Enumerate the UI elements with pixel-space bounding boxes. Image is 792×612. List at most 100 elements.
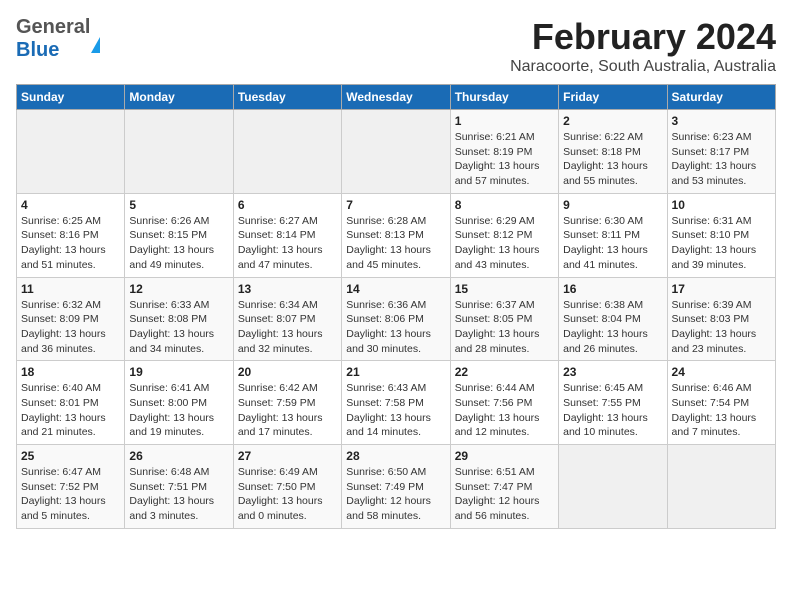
calendar-cell: 12Sunrise: 6:33 AMSunset: 8:08 PMDayligh… — [125, 277, 233, 361]
calendar-cell: 4Sunrise: 6:25 AMSunset: 8:16 PMDaylight… — [17, 193, 125, 277]
calendar-cell: 6 Sunrise: 6:27 AMSunset: 8:14 PMDaylight… — [233, 193, 341, 277]
day-number: 25 — [21, 449, 120, 463]
cell-info: Sunrise: 6:37 AMSunset: 8:05 PMDaylight:… — [455, 298, 554, 357]
calendar-cell: 7 Sunrise: 6:28 AMSunset: 8:13 PMDaylight… — [342, 193, 450, 277]
cell-info: Sunrise: 6:49 AMSunset: 7:50 PMDaylight:… — [238, 465, 337, 524]
calendar-week-1: 1 Sunrise: 6:21 AMSunset: 8:19 PMDaylight… — [17, 110, 776, 194]
day-number: 26 — [129, 449, 228, 463]
cell-info: Sunrise: 6:47 AMSunset: 7:52 PMDaylight:… — [21, 465, 120, 524]
cell-info: Sunrise: 6:45 AMSunset: 7:55 PMDaylight:… — [563, 381, 662, 440]
calendar-table: SundayMondayTuesdayWednesdayThursdayFrid… — [16, 84, 776, 529]
day-number: 21 — [346, 365, 445, 379]
cell-info: Sunrise: 6:34 AMSunset: 8:07 PMDaylight:… — [238, 298, 337, 357]
calendar-cell — [125, 110, 233, 194]
calendar-week-3: 11Sunrise: 6:32 AMSunset: 8:09 PMDayligh… — [17, 277, 776, 361]
day-number: 27 — [238, 449, 337, 463]
calendar-cell — [342, 110, 450, 194]
calendar-week-5: 25 Sunrise: 6:47 AMSunset: 7:52 PMDayligh… — [17, 445, 776, 529]
day-number: 19 — [129, 365, 228, 379]
calendar-cell: 20 Sunrise: 6:42 AMSunset: 7:59 PMDayligh… — [233, 361, 341, 445]
calendar-cell: 15 Sunrise: 6:37 AMSunset: 8:05 PMDayligh… — [450, 277, 558, 361]
calendar-cell — [233, 110, 341, 194]
day-number: 10 — [672, 198, 771, 212]
cell-info: Sunrise: 6:21 AMSunset: 8:19 PMDaylight:… — [455, 130, 554, 189]
cell-info: Sunrise: 6:23 AMSunset: 8:17 PMDaylight:… — [672, 130, 771, 189]
calendar-week-4: 18Sunrise: 6:40 AMSunset: 8:01 PMDayligh… — [17, 361, 776, 445]
calendar-cell: 26 Sunrise: 6:48 AMSunset: 7:51 PMDayligh… — [125, 445, 233, 529]
cell-info: Sunrise: 6:41 AMSunset: 8:00 PMDaylight:… — [129, 381, 228, 440]
cell-info: Sunrise: 6:22 AMSunset: 8:18 PMDaylight:… — [563, 130, 662, 189]
calendar-cell: 2Sunrise: 6:22 AMSunset: 8:18 PMDaylight… — [559, 110, 667, 194]
logo-general: General — [16, 16, 90, 38]
calendar-cell: 19 Sunrise: 6:41 AMSunset: 8:00 PMDayligh… — [125, 361, 233, 445]
calendar-cell — [559, 445, 667, 529]
logo-blue: Blue — [16, 39, 59, 61]
calendar-cell: 1 Sunrise: 6:21 AMSunset: 8:19 PMDaylight… — [450, 110, 558, 194]
calendar-week-2: 4Sunrise: 6:25 AMSunset: 8:16 PMDaylight… — [17, 193, 776, 277]
calendar-cell: 24 Sunrise: 6:46 AMSunset: 7:54 PMDayligh… — [667, 361, 775, 445]
day-number: 6 — [238, 198, 337, 212]
calendar-cell: 17 Sunrise: 6:39 AMSunset: 8:03 PMDayligh… — [667, 277, 775, 361]
cell-info: Sunrise: 6:28 AMSunset: 8:13 PMDaylight:… — [346, 214, 445, 273]
day-number: 20 — [238, 365, 337, 379]
title-block: February 2024 Naracoorte, South Australi… — [510, 16, 776, 76]
cell-info: Sunrise: 6:39 AMSunset: 8:03 PMDaylight:… — [672, 298, 771, 357]
day-number: 13 — [238, 282, 337, 296]
logo-triangle-icon — [91, 20, 100, 53]
calendar-cell: 8 Sunrise: 6:29 AMSunset: 8:12 PMDaylight… — [450, 193, 558, 277]
day-number: 14 — [346, 282, 445, 296]
col-header-tuesday: Tuesday — [233, 85, 341, 110]
calendar-cell: 28 Sunrise: 6:50 AMSunset: 7:49 PMDayligh… — [342, 445, 450, 529]
cell-info: Sunrise: 6:48 AMSunset: 7:51 PMDaylight:… — [129, 465, 228, 524]
cell-info: Sunrise: 6:27 AMSunset: 8:14 PMDaylight:… — [238, 214, 337, 273]
calendar-cell: 13 Sunrise: 6:34 AMSunset: 8:07 PMDayligh… — [233, 277, 341, 361]
cell-info: Sunrise: 6:38 AMSunset: 8:04 PMDaylight:… — [563, 298, 662, 357]
cell-info: Sunrise: 6:29 AMSunset: 8:12 PMDaylight:… — [455, 214, 554, 273]
col-header-saturday: Saturday — [667, 85, 775, 110]
day-number: 28 — [346, 449, 445, 463]
day-number: 5 — [129, 198, 228, 212]
calendar-cell: 10 Sunrise: 6:31 AMSunset: 8:10 PMDayligh… — [667, 193, 775, 277]
cell-info: Sunrise: 6:36 AMSunset: 8:06 PMDaylight:… — [346, 298, 445, 357]
cell-info: Sunrise: 6:44 AMSunset: 7:56 PMDaylight:… — [455, 381, 554, 440]
cell-info: Sunrise: 6:25 AMSunset: 8:16 PMDaylight:… — [21, 214, 120, 273]
calendar-cell: 14 Sunrise: 6:36 AMSunset: 8:06 PMDayligh… — [342, 277, 450, 361]
day-number: 22 — [455, 365, 554, 379]
day-number: 17 — [672, 282, 771, 296]
calendar-cell: 27 Sunrise: 6:49 AMSunset: 7:50 PMDayligh… — [233, 445, 341, 529]
calendar-cell: 21 Sunrise: 6:43 AMSunset: 7:58 PMDayligh… — [342, 361, 450, 445]
calendar-cell: 11Sunrise: 6:32 AMSunset: 8:09 PMDayligh… — [17, 277, 125, 361]
calendar-cell — [17, 110, 125, 194]
cell-info: Sunrise: 6:26 AMSunset: 8:15 PMDaylight:… — [129, 214, 228, 273]
cell-info: Sunrise: 6:33 AMSunset: 8:08 PMDaylight:… — [129, 298, 228, 357]
cell-info: Sunrise: 6:40 AMSunset: 8:01 PMDaylight:… — [21, 381, 120, 440]
calendar-cell: 22 Sunrise: 6:44 AMSunset: 7:56 PMDayligh… — [450, 361, 558, 445]
day-number: 16 — [563, 282, 662, 296]
day-number: 1 — [455, 114, 554, 128]
page-subtitle: Naracoorte, South Australia, Australia — [510, 58, 776, 76]
calendar-cell: 5 Sunrise: 6:26 AMSunset: 8:15 PMDaylight… — [125, 193, 233, 277]
day-number: 11 — [21, 282, 120, 296]
col-header-sunday: Sunday — [17, 85, 125, 110]
calendar-header: SundayMondayTuesdayWednesdayThursdayFrid… — [17, 85, 776, 110]
calendar-cell: 3Sunrise: 6:23 AMSunset: 8:17 PMDaylight… — [667, 110, 775, 194]
day-number: 24 — [672, 365, 771, 379]
cell-info: Sunrise: 6:43 AMSunset: 7:58 PMDaylight:… — [346, 381, 445, 440]
day-number: 23 — [563, 365, 662, 379]
day-number: 29 — [455, 449, 554, 463]
col-header-friday: Friday — [559, 85, 667, 110]
cell-info: Sunrise: 6:51 AMSunset: 7:47 PMDaylight:… — [455, 465, 554, 524]
day-number: 7 — [346, 198, 445, 212]
cell-info: Sunrise: 6:46 AMSunset: 7:54 PMDaylight:… — [672, 381, 771, 440]
calendar-cell: 25 Sunrise: 6:47 AMSunset: 7:52 PMDayligh… — [17, 445, 125, 529]
day-number: 15 — [455, 282, 554, 296]
col-header-monday: Monday — [125, 85, 233, 110]
cell-info: Sunrise: 6:31 AMSunset: 8:10 PMDaylight:… — [672, 214, 771, 273]
calendar-cell: 9Sunrise: 6:30 AMSunset: 8:11 PMDaylight… — [559, 193, 667, 277]
day-number: 8 — [455, 198, 554, 212]
cell-info: Sunrise: 6:30 AMSunset: 8:11 PMDaylight:… — [563, 214, 662, 273]
col-header-thursday: Thursday — [450, 85, 558, 110]
cell-info: Sunrise: 6:42 AMSunset: 7:59 PMDaylight:… — [238, 381, 337, 440]
cell-info: Sunrise: 6:50 AMSunset: 7:49 PMDaylight:… — [346, 465, 445, 524]
page-title: February 2024 — [510, 16, 776, 58]
